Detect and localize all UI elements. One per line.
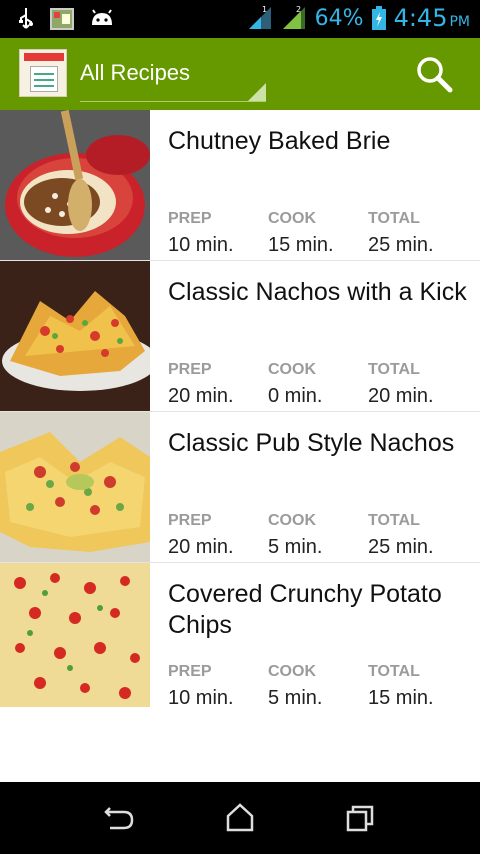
recipe-row[interactable]: Classic Pub Style Nachos PREP 20 min. CO…	[0, 412, 480, 563]
cook-label: COOK	[268, 512, 316, 529]
home-icon[interactable]	[222, 802, 258, 834]
cook-value: 15 min.	[268, 234, 334, 256]
prep-label: PREP	[168, 210, 212, 227]
svg-text:1: 1	[262, 5, 267, 14]
recipe-title: Covered Crunchy Potato Chips	[168, 580, 442, 639]
status-bar: 1 2 64% 4:45 PM	[0, 0, 480, 38]
clock: 4:45 PM	[393, 4, 470, 32]
app-logo[interactable]	[19, 49, 67, 97]
recipe-thumbnail-potato-chips	[0, 563, 150, 707]
cook-label: COOK	[268, 361, 316, 378]
recipe-title: Classic Pub Style Nachos	[168, 429, 455, 457]
cook-value: 0 min.	[268, 385, 323, 407]
recipe-row[interactable]: Classic Nachos with a Kick PREP 20 min. …	[0, 261, 480, 412]
total-stat: TOTAL 25 min.	[368, 210, 434, 257]
recipe-title: Chutney Baked Brie	[168, 127, 391, 155]
recipe-thumbnail-nachos-kick	[0, 261, 150, 411]
cook-stat: COOK 5 min.	[268, 512, 322, 559]
photo-icon	[50, 8, 74, 30]
svg-text:2: 2	[296, 5, 301, 14]
search-icon[interactable]	[414, 54, 454, 94]
total-value: 20 min.	[368, 385, 434, 407]
total-label: TOTAL	[368, 361, 420, 378]
prep-stat: PREP 10 min.	[168, 210, 234, 257]
action-bar: All Recipes	[0, 38, 480, 110]
total-value: 25 min.	[368, 536, 434, 558]
prep-value: 10 min.	[168, 234, 234, 256]
total-stat: TOTAL 25 min.	[368, 512, 434, 559]
cook-label: COOK	[268, 663, 316, 680]
recent-apps-icon[interactable]	[342, 802, 378, 834]
total-label: TOTAL	[368, 210, 420, 227]
total-stat: TOTAL 20 min.	[368, 361, 434, 408]
recipe-row[interactable]: Chutney Baked Brie PREP 10 min. COOK 15 …	[0, 110, 480, 261]
signal-2-icon: 2	[282, 5, 305, 29]
prep-label: PREP	[168, 512, 212, 529]
recipe-row[interactable]: Covered Crunchy Potato Chips PREP 10 min…	[0, 563, 480, 707]
recipe-thumbnail-brie	[0, 110, 150, 260]
spinner-caret-icon	[248, 83, 266, 101]
cook-value: 5 min.	[268, 687, 323, 707]
spinner-selected-label: All Recipes	[80, 60, 191, 85]
prep-value: 20 min.	[168, 385, 234, 407]
total-value: 25 min.	[368, 234, 434, 256]
cook-value: 5 min.	[268, 536, 323, 558]
navigation-bar	[0, 782, 480, 854]
prep-stat: PREP 10 min.	[168, 663, 234, 707]
battery-percent: 64%	[314, 5, 364, 31]
recipe-filter-spinner[interactable]: All Recipes	[80, 48, 266, 102]
list-empty-space	[0, 707, 480, 782]
cook-label: COOK	[268, 210, 316, 227]
total-value: 15 min.	[368, 687, 434, 707]
recipe-title: Classic Nachos with a Kick	[168, 278, 467, 306]
prep-stat: PREP 20 min.	[168, 361, 234, 408]
signal-1-icon: 1	[248, 5, 271, 29]
recipe-thumbnail-pub-nachos	[0, 412, 150, 562]
usb-icon	[19, 8, 33, 29]
prep-label: PREP	[168, 663, 212, 680]
prep-label: PREP	[168, 361, 212, 378]
cook-stat: COOK 0 min.	[268, 361, 322, 408]
recipe-list[interactable]: Chutney Baked Brie PREP 10 min. COOK 15 …	[0, 110, 480, 707]
prep-value: 20 min.	[168, 536, 234, 558]
cook-stat: COOK 15 min.	[268, 210, 334, 257]
total-label: TOTAL	[368, 512, 420, 529]
back-icon[interactable]	[102, 802, 138, 834]
total-stat: TOTAL 15 min.	[368, 663, 434, 707]
total-label: TOTAL	[368, 663, 420, 680]
prep-value: 10 min.	[168, 687, 234, 707]
battery-icon	[371, 6, 386, 30]
prep-stat: PREP 20 min.	[168, 512, 234, 559]
cook-stat: COOK 5 min.	[268, 663, 322, 707]
android-icon	[92, 9, 112, 25]
